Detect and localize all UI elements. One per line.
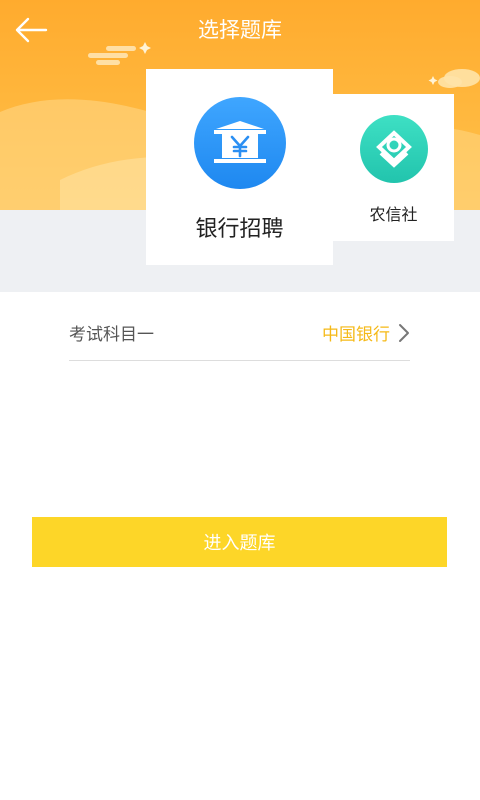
category-card-bank[interactable]: 银行招聘 [146,69,333,265]
subject-value: 中国银行 [322,325,390,345]
enter-question-bank-button[interactable]: 进入题库 [32,517,447,567]
rural-credit-logo-icon [359,115,428,183]
page-title: 选择题库 [198,18,282,42]
subject-row[interactable]: 考试科目一 中国银行 [69,305,410,361]
category-label: 银行招聘 [195,217,284,242]
subject-label: 考试科目一 [69,325,154,345]
category-card-rural-credit[interactable]: 农信社 [333,94,454,241]
chevron-right-icon [399,323,409,342]
subject-selector[interactable]: 中国银行 [322,320,410,345]
category-label: 农信社 [369,205,418,224]
bank-yuan-icon [193,97,286,189]
